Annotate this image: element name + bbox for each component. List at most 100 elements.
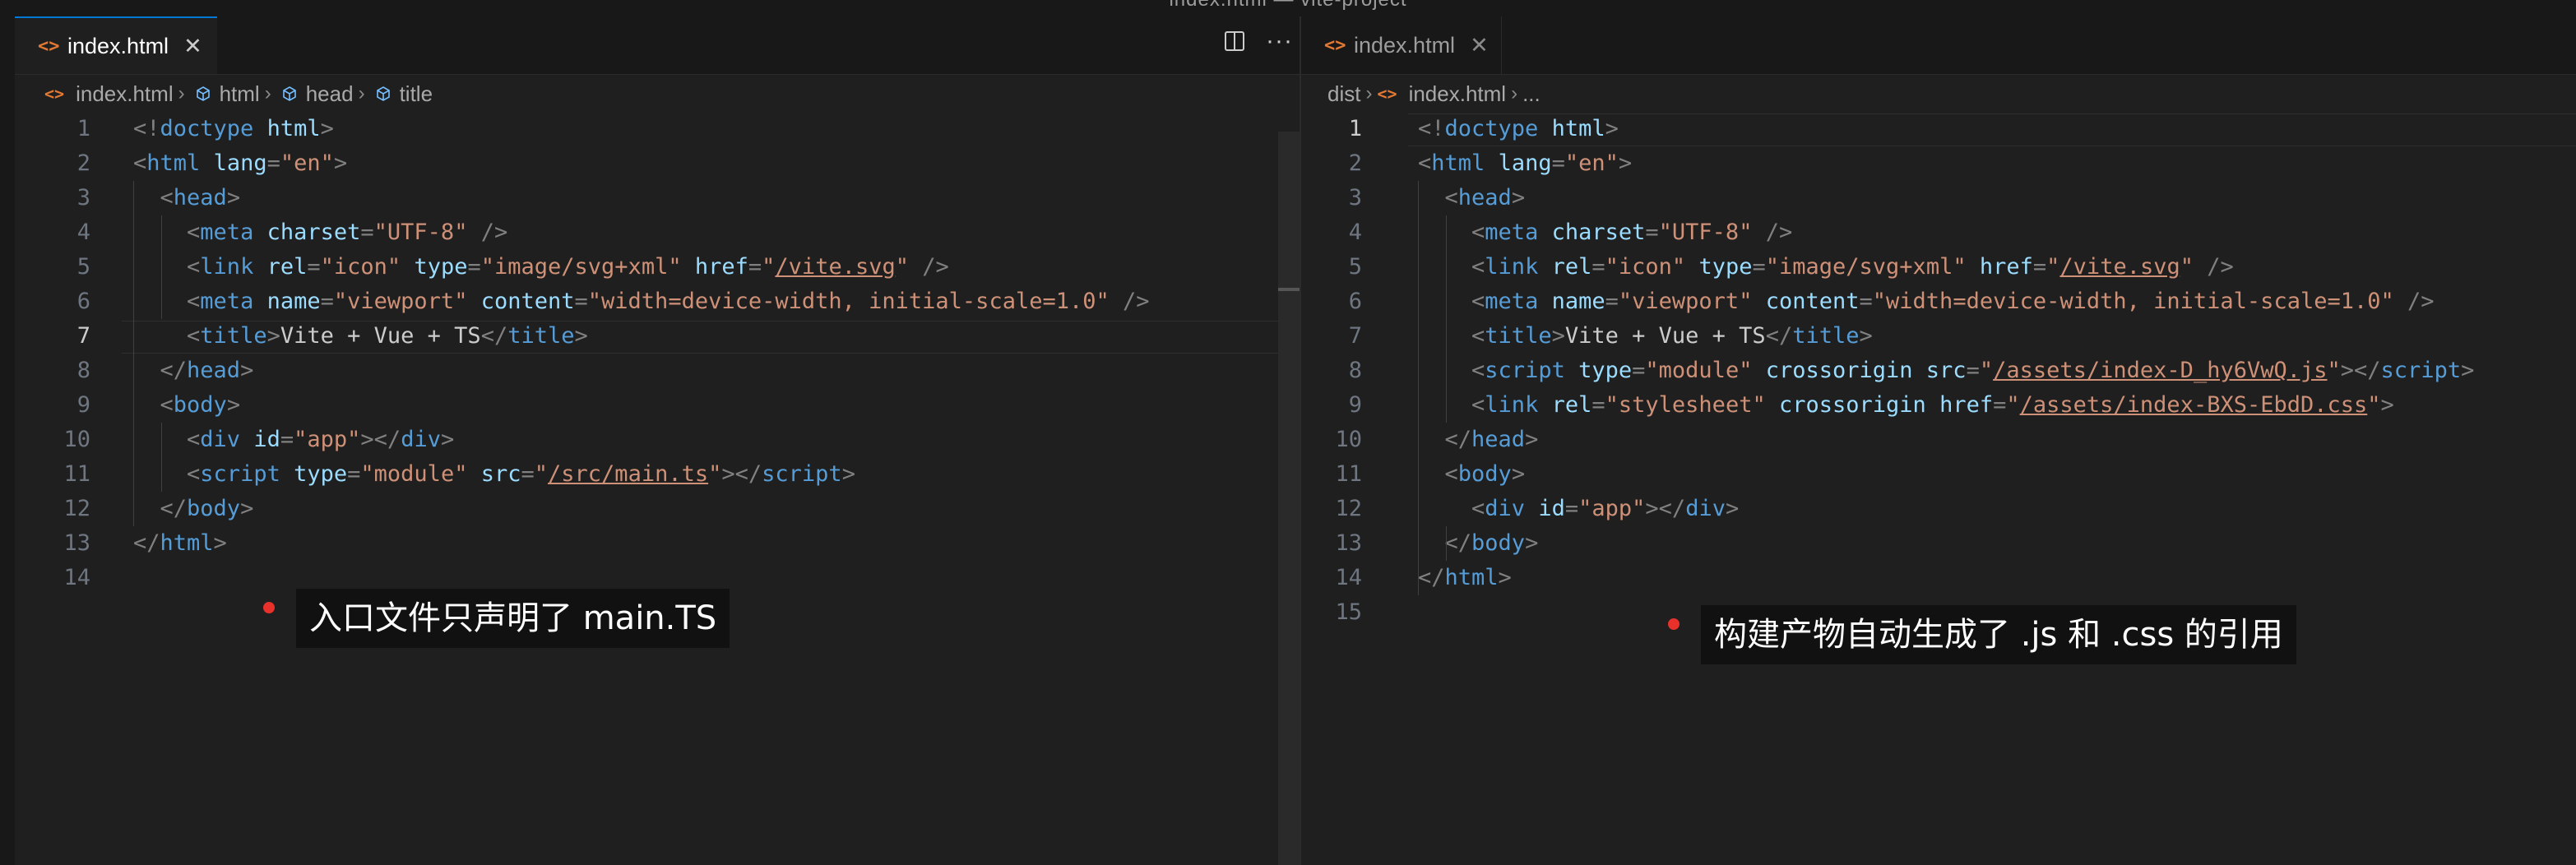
code-line[interactable]: 12 </body> — [15, 492, 1300, 526]
code-token: < — [1444, 185, 1458, 210]
tab-dist-index-html[interactable]: <> index.html ✕ — [1301, 16, 1502, 74]
vertical-scrollbar[interactable] — [1278, 132, 1300, 865]
code-token: = — [266, 150, 280, 176]
code-token: < — [187, 254, 201, 280]
code-token: crossorigin — [1778, 392, 1926, 418]
code-editor[interactable]: 1 <!doctype html> 2 <html lang="en"> 3 <head… — [15, 112, 1300, 865]
line-code: <!doctype html> — [133, 112, 334, 146]
line-code: <script type="module" crossorigin src="/… — [1418, 354, 2474, 388]
line-code: <link rel="icon" type="image/svg+xml" hr… — [133, 250, 949, 284]
code-token: = — [1993, 392, 2007, 418]
code-line[interactable]: 3 <head> — [15, 181, 1300, 215]
code-token: /> — [922, 254, 949, 280]
code-token: "app" — [294, 427, 361, 452]
code-token: link — [1485, 254, 1539, 280]
code-line[interactable]: 8 <script type="module" crossorigin src=… — [1301, 354, 2576, 388]
code-line[interactable]: 2 <html lang="en"> — [15, 146, 1300, 181]
code-token[interactable]: /vite.svg — [775, 254, 895, 280]
code-line[interactable]: 2 <html lang="en"> — [1301, 146, 2576, 181]
code-token: /> — [2407, 289, 2435, 314]
breadcrumb-item-file[interactable]: index.html — [1409, 81, 1507, 107]
code-token: = — [574, 289, 588, 314]
code-line[interactable]: 5 <link rel="icon" type="image/svg+xml" … — [1301, 250, 2576, 284]
code-line[interactable]: 10 <div id="app"></div> — [15, 423, 1300, 457]
code-token: </ — [160, 496, 188, 521]
code-token: > — [1859, 323, 1873, 349]
code-line[interactable]: 11 <body> — [1301, 457, 2576, 492]
code-line[interactable]: 9 <body> — [15, 388, 1300, 423]
code-token: </ — [1418, 565, 1445, 590]
code-line[interactable]: 6 <meta name="viewport" content="width=d… — [1301, 284, 2576, 319]
code-line[interactable]: 12 <div id="app"></div> — [1301, 492, 2576, 526]
annotation-callout: 构建产物自动生成了 .js 和 .css 的引用 — [1701, 605, 2296, 664]
code-line[interactable]: 13 </html> — [15, 526, 1300, 561]
breadcrumb-item-head[interactable]: head — [306, 81, 354, 107]
code-line[interactable]: 11 <script type="module" src="/src/main.… — [15, 457, 1300, 492]
code-line[interactable]: 7 <title>Vite + Vue + TS</title> — [1301, 319, 2576, 354]
code-token: > — [1551, 323, 1565, 349]
activity-gutter — [0, 16, 15, 865]
code-line[interactable]: 4 <meta charset="UTF-8" /> — [15, 215, 1300, 250]
code-token: < — [133, 150, 147, 176]
code-token[interactable]: /assets/index-D_hy6VwQ.js — [1993, 358, 2327, 383]
more-actions-icon[interactable]: ··· — [1266, 29, 1293, 53]
code-line[interactable]: 13 </body> — [1301, 526, 2576, 561]
code-token: < — [1471, 323, 1485, 349]
close-icon[interactable]: ✕ — [1470, 33, 1489, 58]
code-editor[interactable]: 1 <!doctype html> 2 <html lang="en"> 3 <head… — [1301, 112, 2576, 865]
code-line[interactable]: 7 <title>Vite + Vue + TS</title> — [15, 319, 1300, 354]
code-line[interactable]: 14 </html> — [1301, 561, 2576, 595]
code-token: < — [1418, 150, 1432, 176]
code-token[interactable]: /assets/index-BXS-EbdD.css — [2020, 392, 2368, 418]
code-line[interactable]: 10 </head> — [1301, 423, 2576, 457]
breadcrumb-item-more[interactable]: ... — [1522, 81, 1541, 107]
line-number: 7 — [1348, 323, 1362, 349]
breadcrumb-item-dist[interactable]: dist — [1327, 81, 1360, 107]
code-line[interactable]: 3 <head> — [1301, 181, 2576, 215]
breadcrumb-item-title[interactable]: title — [400, 81, 433, 107]
code-token: div — [200, 427, 241, 452]
annotation-marker — [1668, 618, 1679, 630]
code-token: " — [762, 254, 776, 280]
code-token: = — [1564, 496, 1579, 521]
breadcrumb-item-file[interactable]: index.html — [76, 81, 174, 107]
code-line[interactable]: 6 <meta name="viewport" content="width=d… — [15, 284, 1300, 319]
code-line[interactable]: 1 <!doctype html> — [1301, 112, 2576, 146]
code-line[interactable]: 9 <link rel="stylesheet" crossorigin hre… — [1301, 388, 2576, 423]
code-line[interactable]: 4 <meta charset="UTF-8" /> — [1301, 215, 2576, 250]
code-line[interactable]: 1 <!doctype html> — [15, 112, 1300, 146]
code-token: charset — [266, 220, 361, 245]
code-token[interactable]: /src/main.ts — [548, 461, 708, 487]
code-token[interactable]: /vite.svg — [2059, 254, 2180, 280]
line-number: 10 — [63, 427, 90, 452]
chevron-right-icon: › — [264, 82, 271, 104]
code-line[interactable]: 8 </head> — [15, 354, 1300, 388]
line-number: 4 — [1348, 220, 1362, 245]
code-token: body — [1471, 530, 1526, 556]
indent-guide — [161, 215, 162, 319]
code-token: " — [895, 254, 909, 280]
code-token: "viewport" — [1618, 289, 1753, 314]
code-token: name — [1551, 289, 1605, 314]
line-code: </body> — [1418, 526, 1539, 561]
code-token: "width=device-width, initial-scale=1.0" — [1872, 289, 2394, 314]
code-line[interactable]: 5 <link rel="icon" type="image/svg+xml" … — [15, 250, 1300, 284]
code-token: < — [187, 220, 201, 245]
tab-index-html[interactable]: <> index.html ✕ — [15, 16, 217, 74]
code-token: html — [1444, 565, 1499, 590]
close-icon[interactable]: ✕ — [183, 34, 202, 59]
split-editor-icon[interactable] — [1225, 31, 1245, 51]
code-token: < — [1444, 461, 1458, 487]
breadcrumb-item-html[interactable]: html — [220, 81, 260, 107]
